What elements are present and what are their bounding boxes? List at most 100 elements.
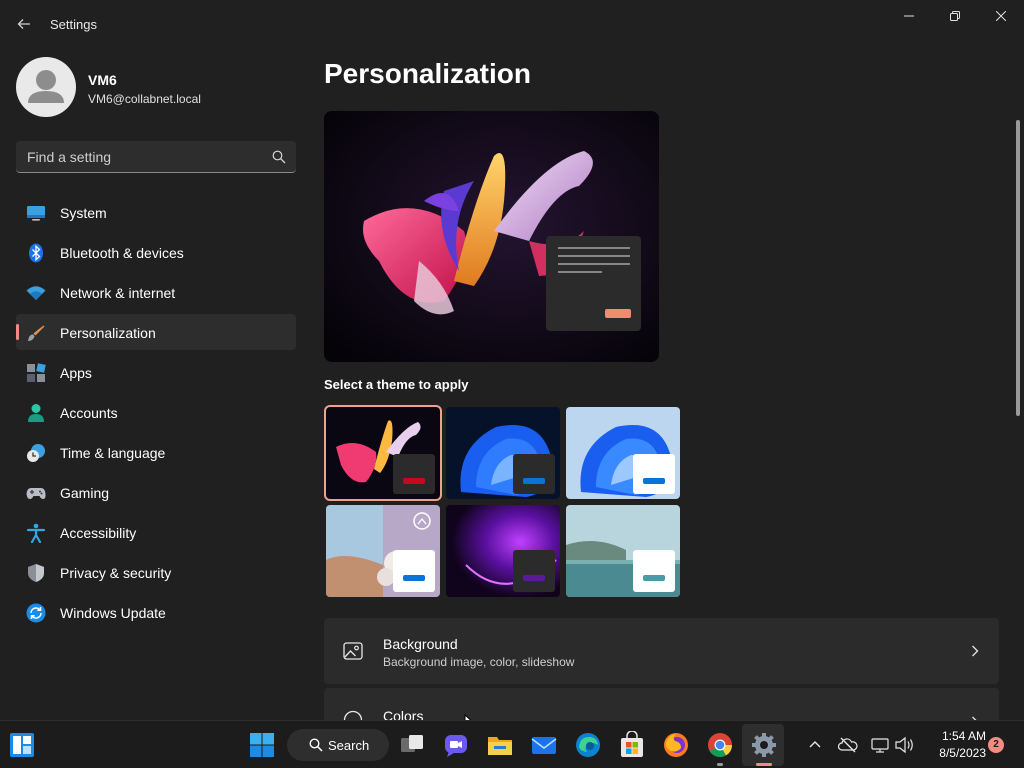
sidebar-item-windows-update[interactable]: Windows Update	[16, 594, 296, 630]
sidebar-item-accessibility[interactable]: Accessibility	[16, 514, 296, 550]
windows-update-icon	[26, 603, 46, 623]
sidebar-item-network[interactable]: Network & internet	[16, 274, 296, 310]
apps-icon	[27, 363, 46, 382]
search-icon[interactable]	[272, 150, 286, 164]
back-arrow-icon	[17, 19, 30, 29]
user-name: VM6	[88, 72, 117, 88]
taskbar-search[interactable]: Search	[287, 729, 389, 761]
network-icon[interactable]	[870, 735, 890, 755]
chevron-up-icon[interactable]	[808, 737, 822, 751]
bloom-light-theme-thumbnail	[566, 407, 680, 499]
close-button[interactable]	[978, 0, 1024, 32]
person-silhouette-icon	[28, 70, 64, 103]
sidebar-item-label: Time & language	[60, 445, 166, 461]
sidebar-item-label: Windows Update	[60, 605, 166, 621]
bluetooth-icon	[29, 243, 43, 263]
widgets-icon[interactable]	[9, 732, 35, 758]
notification-badge[interactable]: 2	[988, 737, 1004, 753]
restore-button[interactable]	[932, 0, 978, 32]
captured-motion-theme-thumbnail	[326, 505, 440, 597]
clock-date[interactable]: 8/5/2023	[920, 746, 986, 760]
sidebar-item-personalization[interactable]: Personalization	[16, 314, 296, 350]
sidebar-item-label: Apps	[60, 365, 92, 381]
theme-section-label: Select a theme to apply	[324, 377, 469, 392]
paintbrush-icon	[28, 325, 45, 341]
back-button[interactable]	[8, 8, 40, 40]
settings-active-indicator	[756, 763, 772, 766]
clock-globe-icon	[27, 444, 45, 462]
person-icon	[28, 404, 44, 422]
sidebar-item-label: Privacy & security	[60, 565, 172, 581]
vertical-scrollbar[interactable]	[1016, 120, 1020, 416]
sidebar-item-gaming[interactable]: Gaming	[16, 474, 296, 510]
volume-icon[interactable]	[894, 735, 914, 755]
file-explorer-icon[interactable]	[486, 731, 514, 759]
sidebar-item-label: Accessibility	[60, 525, 137, 541]
theme-tile-bloom-light[interactable]	[566, 407, 680, 499]
gamepad-icon	[26, 488, 46, 499]
user-email: VM6@collabnet.local	[88, 92, 201, 106]
title-bar: Settings	[0, 0, 1024, 48]
mail-icon[interactable]	[530, 731, 558, 759]
sidebar-item-apps[interactable]: Apps	[16, 354, 296, 390]
clock-time[interactable]: 1:54 AM	[920, 729, 986, 743]
user-profile[interactable]: VM6 VM6@collabnet.local	[16, 57, 296, 117]
settings-icon[interactable]	[750, 731, 778, 759]
firefox-icon[interactable]	[662, 731, 690, 759]
sidebar-item-label: Network & internet	[60, 285, 176, 301]
teams-chat-icon[interactable]	[442, 731, 470, 759]
sidebar-item-label: Bluetooth & devices	[60, 245, 184, 261]
glow-theme-thumbnail	[326, 407, 440, 499]
chrome-running-indicator	[717, 763, 723, 766]
accessibility-icon	[26, 523, 46, 543]
task-view-icon[interactable]	[398, 731, 426, 759]
sidebar-item-label: Accounts	[60, 405, 118, 421]
search-input[interactable]	[16, 141, 266, 172]
sidebar-item-bluetooth[interactable]: Bluetooth & devices	[16, 234, 296, 270]
flow-dark-theme-thumbnail	[446, 505, 560, 597]
theme-tile-captured-motion[interactable]	[326, 505, 440, 597]
page-title: Personalization	[324, 58, 531, 89]
glow-wallpaper-image	[324, 111, 659, 362]
theme-preview	[324, 111, 659, 362]
card-subtitle: Background image, color, slideshow	[383, 655, 575, 669]
system-display-icon	[27, 206, 45, 221]
bloom-dark-theme-thumbnail	[446, 407, 560, 499]
onedrive-offline-icon[interactable]	[838, 735, 858, 755]
close-icon	[996, 11, 1006, 21]
wifi-icon	[26, 286, 46, 300]
sidebar-item-privacy[interactable]: Privacy & security	[16, 554, 296, 590]
shield-icon	[28, 564, 44, 582]
sidebar-item-time-language[interactable]: Time & language	[16, 434, 296, 470]
sunrise-theme-thumbnail	[566, 505, 680, 597]
minimize-button[interactable]	[886, 0, 932, 32]
card-title: Background	[383, 636, 458, 652]
theme-tile-sunrise-light[interactable]	[566, 505, 680, 597]
app-title: Settings	[50, 17, 97, 32]
theme-tile-glow-dark[interactable]	[324, 405, 442, 501]
background-card[interactable]: Background Background image, color, slid…	[324, 618, 999, 684]
settings-search-box[interactable]	[16, 141, 296, 173]
search-icon	[309, 738, 323, 752]
colors-card[interactable]: Colors	[324, 688, 999, 720]
edge-icon[interactable]	[574, 731, 602, 759]
sidebar-item-label: System	[60, 205, 107, 221]
chevron-right-icon	[972, 645, 979, 657]
start-icon[interactable]	[248, 731, 276, 759]
card-title: Colors	[383, 708, 424, 720]
sidebar-item-system[interactable]: System	[16, 194, 296, 230]
theme-tile-flow-dark[interactable]	[446, 505, 560, 597]
store-icon[interactable]	[618, 731, 646, 759]
taskbar-search-label: Search	[328, 738, 370, 753]
sidebar-item-label: Personalization	[60, 325, 156, 341]
theme-tile-bloom-dark[interactable]	[446, 407, 560, 499]
image-icon	[343, 642, 363, 660]
restore-icon	[950, 11, 960, 21]
sidebar-nav: System Bluetooth & devices Network & int…	[16, 194, 296, 634]
palette-icon	[343, 710, 363, 720]
sidebar-item-accounts[interactable]: Accounts	[16, 394, 296, 430]
sidebar-item-label: Gaming	[60, 485, 110, 501]
taskbar: Search 1:54 AM 8/5/2023 2	[0, 720, 1024, 768]
avatar	[16, 57, 76, 117]
chrome-icon[interactable]	[706, 731, 734, 759]
